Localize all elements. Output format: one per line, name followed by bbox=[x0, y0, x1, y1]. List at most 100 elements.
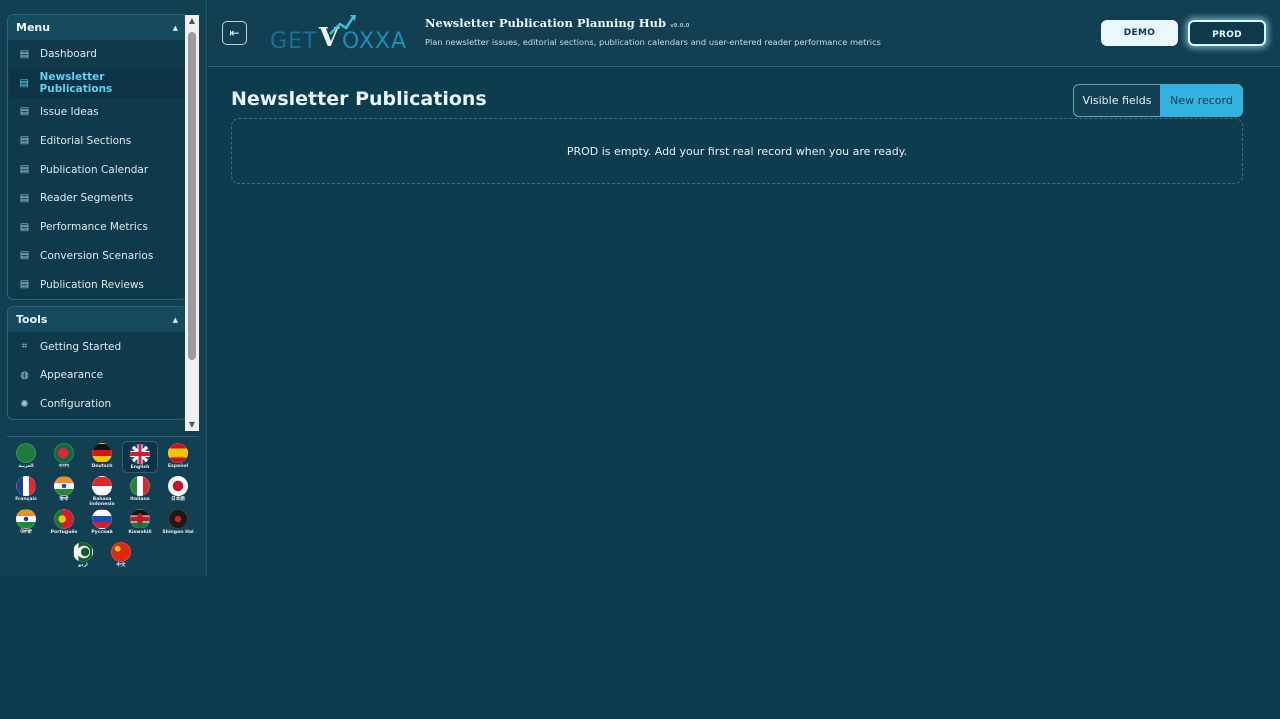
svg-text:GET: GET bbox=[270, 29, 317, 54]
crop-icon: ⌗ bbox=[21, 341, 28, 353]
sidebar-item-publication-calendar[interactable]: ▤ Publication Calendar bbox=[10, 155, 184, 184]
sidebar-item-label: Performance Metrics bbox=[40, 221, 148, 234]
chevron-up-icon: ▲ bbox=[172, 23, 178, 32]
sidebar-item-reader-segments[interactable]: ▤ Reader Segments bbox=[10, 184, 184, 213]
language-label: Kiswahili bbox=[128, 530, 152, 535]
language-label: Bahasa Indonesia bbox=[89, 497, 115, 507]
language-label: Русский bbox=[91, 530, 113, 535]
language-option-india[interactable]: ਪੰਜਾਬੀ bbox=[8, 507, 44, 539]
language-option-germany[interactable]: Deutsch bbox=[84, 441, 120, 473]
menu-panel: Menu ▲ ▤ Dashboard ▤ Newsletter Publication… bbox=[7, 14, 187, 301]
sidebar-scrollbar[interactable]: ▲ ▼ bbox=[185, 15, 199, 431]
language-option-indonesia[interactable]: Bahasa Indonesia bbox=[84, 474, 120, 507]
language-label: English bbox=[130, 465, 150, 470]
sidebar-item-performance-metrics[interactable]: ▤ Performance Metrics bbox=[10, 213, 184, 242]
germany-flag-icon bbox=[92, 443, 112, 463]
language-option-shingon[interactable]: Shingon Hai bbox=[160, 507, 196, 539]
language-option-france[interactable]: Français bbox=[8, 474, 44, 506]
sidebar-item-editorial-sections[interactable]: ▤ Editorial Sections bbox=[10, 126, 184, 155]
sidebar-item-label: Issue Ideas bbox=[40, 105, 99, 118]
sidebar-item-conversion-scenarios[interactable]: ▤ Conversion Scenarios bbox=[10, 242, 184, 271]
sidebar-item-label: Editorial Sections bbox=[40, 134, 132, 147]
china-flag-icon bbox=[111, 542, 131, 562]
russia-flag-icon bbox=[92, 509, 112, 529]
sidebar-item-label: Publication Reviews bbox=[40, 278, 144, 291]
empty-state: PROD is empty. Add your first real recor… bbox=[231, 118, 1243, 184]
empty-state-message: PROD is empty. Add your first real recor… bbox=[566, 144, 908, 158]
tools-title: Tools bbox=[16, 313, 48, 327]
sidebar-collapse-button[interactable]: ⇤ bbox=[222, 21, 247, 45]
sidebar: Menu ▲ ▤ Dashboard ▤ Newsletter Publication… bbox=[0, 0, 207, 576]
language-option-bangladesh[interactable]: বাংলা bbox=[46, 441, 82, 473]
sidebar-item-publication-reviews[interactable]: ▤ Publication Reviews bbox=[10, 270, 184, 299]
sidebar-item-issue-ideas[interactable]: ▤ Issue Ideas bbox=[10, 98, 184, 127]
language-label: Deutsch bbox=[91, 464, 113, 469]
sidebar-item-getting-started[interactable]: ⌗ Getting Started bbox=[10, 332, 184, 361]
list-icon: ▤ bbox=[19, 279, 30, 291]
new-record-button[interactable]: New record bbox=[1160, 84, 1243, 117]
language-option-russia[interactable]: Русский bbox=[84, 507, 120, 539]
language-label: Shingon Hai bbox=[162, 530, 194, 535]
indonesia-flag-icon bbox=[92, 476, 112, 496]
sidebar-item-label: Appearance bbox=[40, 369, 104, 382]
chevron-up-icon: ▲ bbox=[172, 315, 178, 324]
sidebar-item-label: Reader Segments bbox=[40, 192, 134, 205]
portugal-flag-icon bbox=[54, 509, 74, 529]
india-flag-icon bbox=[16, 509, 36, 529]
list-icon: ▤ bbox=[19, 106, 30, 118]
scrollbar-thumb[interactable] bbox=[188, 32, 196, 360]
saudi-arabia-flag-icon bbox=[16, 443, 36, 463]
divider bbox=[7, 436, 199, 437]
language-label: Italiano bbox=[130, 497, 150, 502]
language-label: العربية bbox=[18, 464, 34, 469]
language-option-china[interactable]: 中文 bbox=[103, 540, 139, 572]
app-title-text: Newsletter Publication Planning Hub bbox=[425, 16, 667, 30]
language-option-pakistan[interactable]: اردو bbox=[65, 540, 101, 572]
language-option-kenya[interactable]: Kiswahili bbox=[122, 507, 158, 539]
gear-icon: ✺ bbox=[20, 398, 29, 410]
top-header: ⇤ GET V OXXA Newsletter Publication Plan… bbox=[208, 0, 1280, 67]
language-option-united-kingdom[interactable]: English bbox=[122, 441, 158, 473]
sidebar-item-configuration[interactable]: ✺ Configuration bbox=[10, 390, 184, 419]
language-option-india[interactable]: हिन्दी bbox=[46, 474, 82, 506]
tools-items: ⌗ Getting Started ◍ Appearance ✺ Configuratio… bbox=[8, 332, 186, 418]
language-option-portugal[interactable]: Português bbox=[46, 507, 82, 539]
sidebar-item-dashboard[interactable]: ▤ Dashboard bbox=[10, 40, 184, 69]
sidebar-item-appearance[interactable]: ◍ Appearance bbox=[10, 361, 184, 390]
sidebar-item-label: Dashboard bbox=[40, 48, 97, 61]
scroll-down-arrow-icon[interactable]: ▼ bbox=[185, 419, 199, 431]
list-icon: ▤ bbox=[19, 164, 30, 176]
app-title: Newsletter Publication Planning Hub v9.0.… bbox=[425, 16, 689, 30]
language-label: Português bbox=[50, 530, 78, 535]
list-icon: ▤ bbox=[19, 135, 30, 147]
sidebar-item-label: Getting Started bbox=[40, 340, 122, 353]
language-option-saudi-arabia[interactable]: العربية bbox=[8, 441, 44, 473]
list-icon: ▤ bbox=[19, 250, 30, 262]
france-flag-icon bbox=[16, 476, 36, 496]
india-flag-icon bbox=[54, 476, 74, 496]
language-option-italy[interactable]: Italiano bbox=[122, 474, 158, 506]
sidebar-item-label: Newsletter Publications bbox=[39, 71, 113, 96]
env-demo-button[interactable]: DEMO bbox=[1101, 20, 1178, 46]
united-kingdom-flag-icon bbox=[130, 444, 150, 464]
menu-title: Menu bbox=[16, 21, 51, 34]
sidebar-item-newsletter-publications[interactable]: ▤ Newsletter Publications bbox=[10, 68, 184, 98]
language-label: 日本語 bbox=[171, 497, 185, 502]
italy-flag-icon bbox=[130, 476, 150, 496]
scroll-up-arrow-icon[interactable]: ▲ bbox=[185, 15, 199, 27]
env-prod-button[interactable]: PROD bbox=[1188, 20, 1266, 46]
kenya-flag-icon bbox=[130, 509, 150, 529]
shingon-flag-icon bbox=[168, 509, 188, 529]
list-icon: ▤ bbox=[19, 192, 30, 204]
bangladesh-flag-icon bbox=[54, 443, 74, 463]
tools-panel-header[interactable]: Tools ▲ bbox=[8, 307, 186, 333]
language-option-spain[interactable]: Español bbox=[160, 441, 196, 473]
menu-panel-header[interactable]: Menu ▲ bbox=[8, 15, 186, 40]
visible-fields-button[interactable]: Visible fields bbox=[1073, 84, 1161, 117]
language-label: Español bbox=[167, 464, 189, 469]
sidebar-collapse-icon: ⇤ bbox=[229, 26, 240, 40]
language-label: Français bbox=[15, 497, 37, 502]
language-option-japan[interactable]: 日本語 bbox=[160, 474, 196, 506]
palette-icon: ◍ bbox=[20, 369, 29, 381]
menu-items: ▤ Dashboard ▤ Newsletter Publications ▤ Issue… bbox=[8, 40, 186, 299]
